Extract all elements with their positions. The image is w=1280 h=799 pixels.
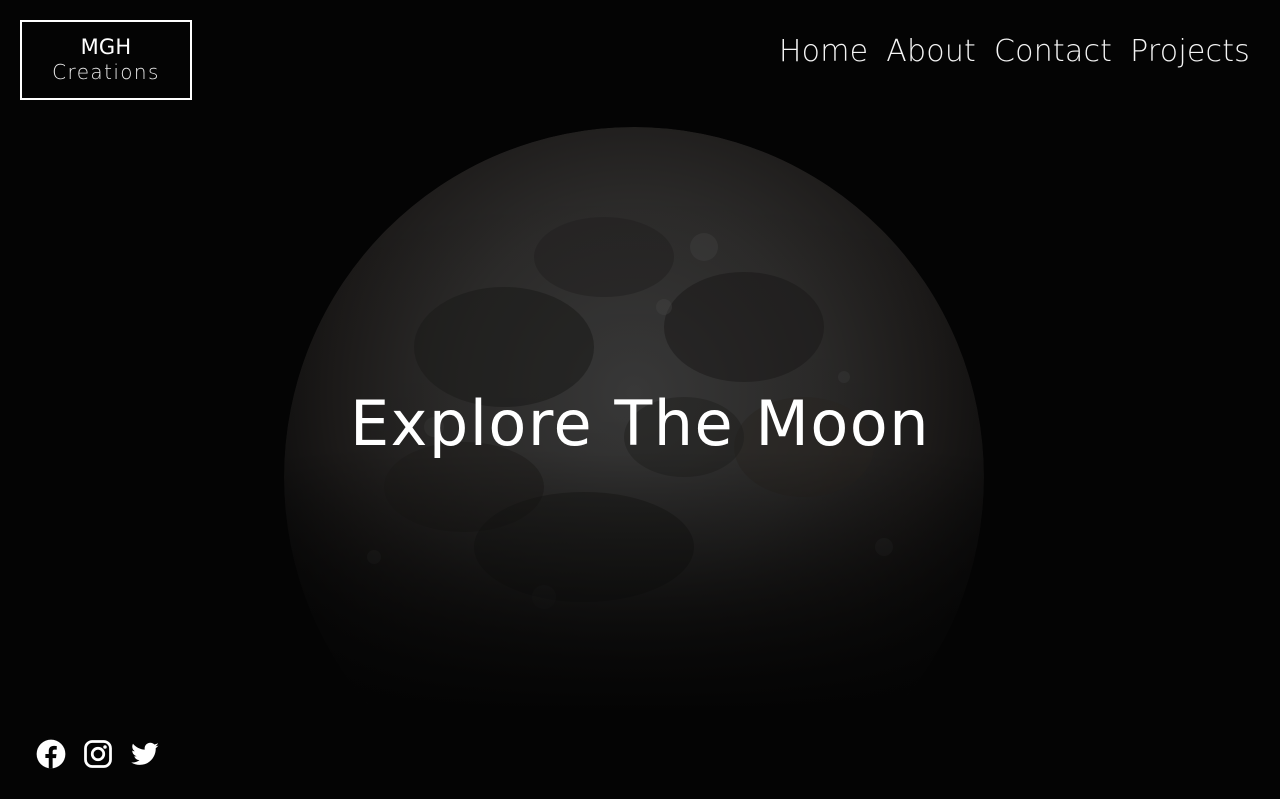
- main-nav: Home About Contact Projects: [779, 30, 1250, 74]
- facebook-icon[interactable]: [36, 739, 66, 769]
- nav-home-link[interactable]: Home: [779, 30, 868, 74]
- instagram-icon[interactable]: [83, 739, 113, 769]
- nav-about-link[interactable]: About: [886, 30, 976, 74]
- page: MGH Creations Home About Contact Project…: [0, 0, 1280, 799]
- twitter-icon[interactable]: [130, 739, 160, 769]
- logo-link[interactable]: MGH Creations: [20, 20, 192, 100]
- hero-title: Explore The Moon: [349, 387, 931, 460]
- logo-title: MGH: [80, 35, 132, 59]
- social-links: [36, 739, 160, 769]
- nav-contact-link[interactable]: Contact: [994, 30, 1112, 74]
- nav-projects-link[interactable]: Projects: [1130, 30, 1250, 74]
- logo-subtitle: Creations: [52, 60, 160, 84]
